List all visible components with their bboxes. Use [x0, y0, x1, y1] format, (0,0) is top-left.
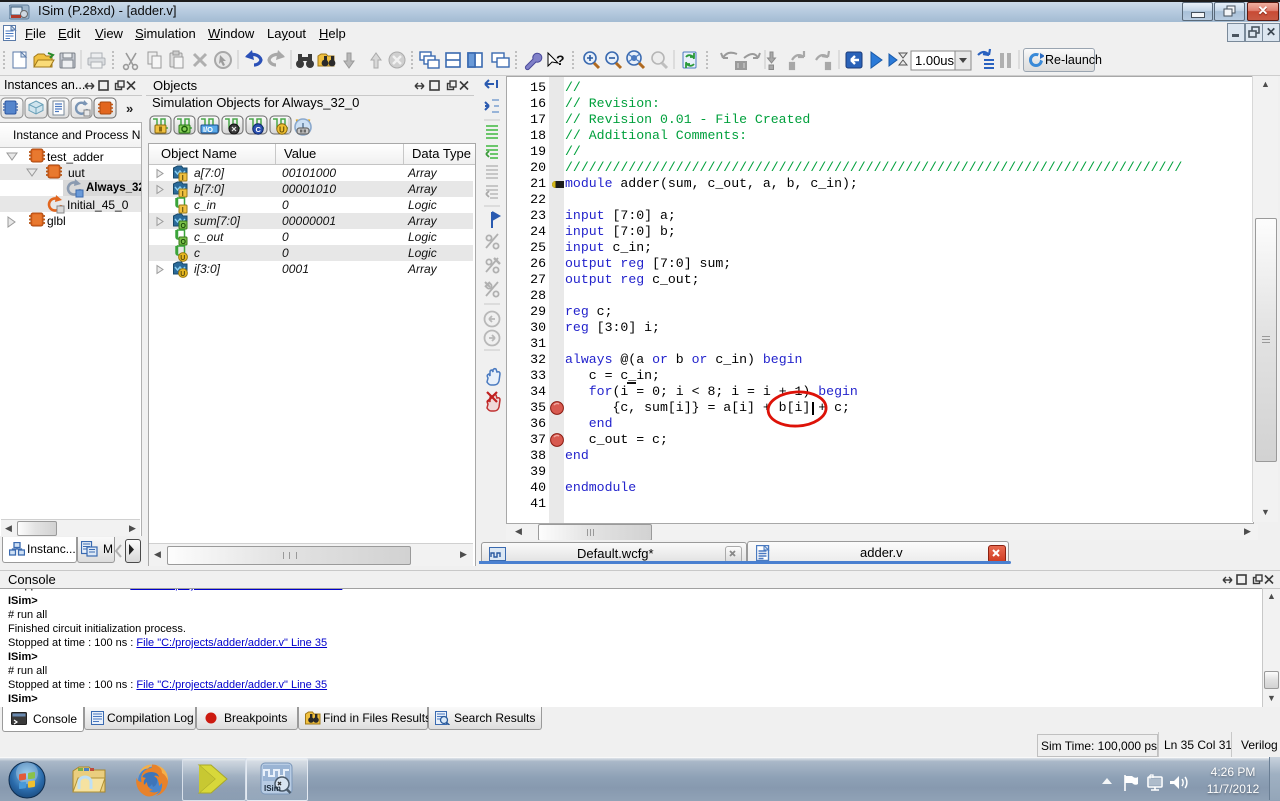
svg-text:»: »: [126, 101, 133, 116]
svg-text:U: U: [279, 126, 285, 135]
svg-text:C: C: [256, 125, 262, 134]
svg-text:1.00us: 1.00us: [915, 53, 955, 68]
svg-text:ISim: ISim: [264, 784, 281, 793]
svg-text:I/O: I/O: [203, 125, 213, 134]
svg-text:?: ?: [556, 52, 565, 68]
